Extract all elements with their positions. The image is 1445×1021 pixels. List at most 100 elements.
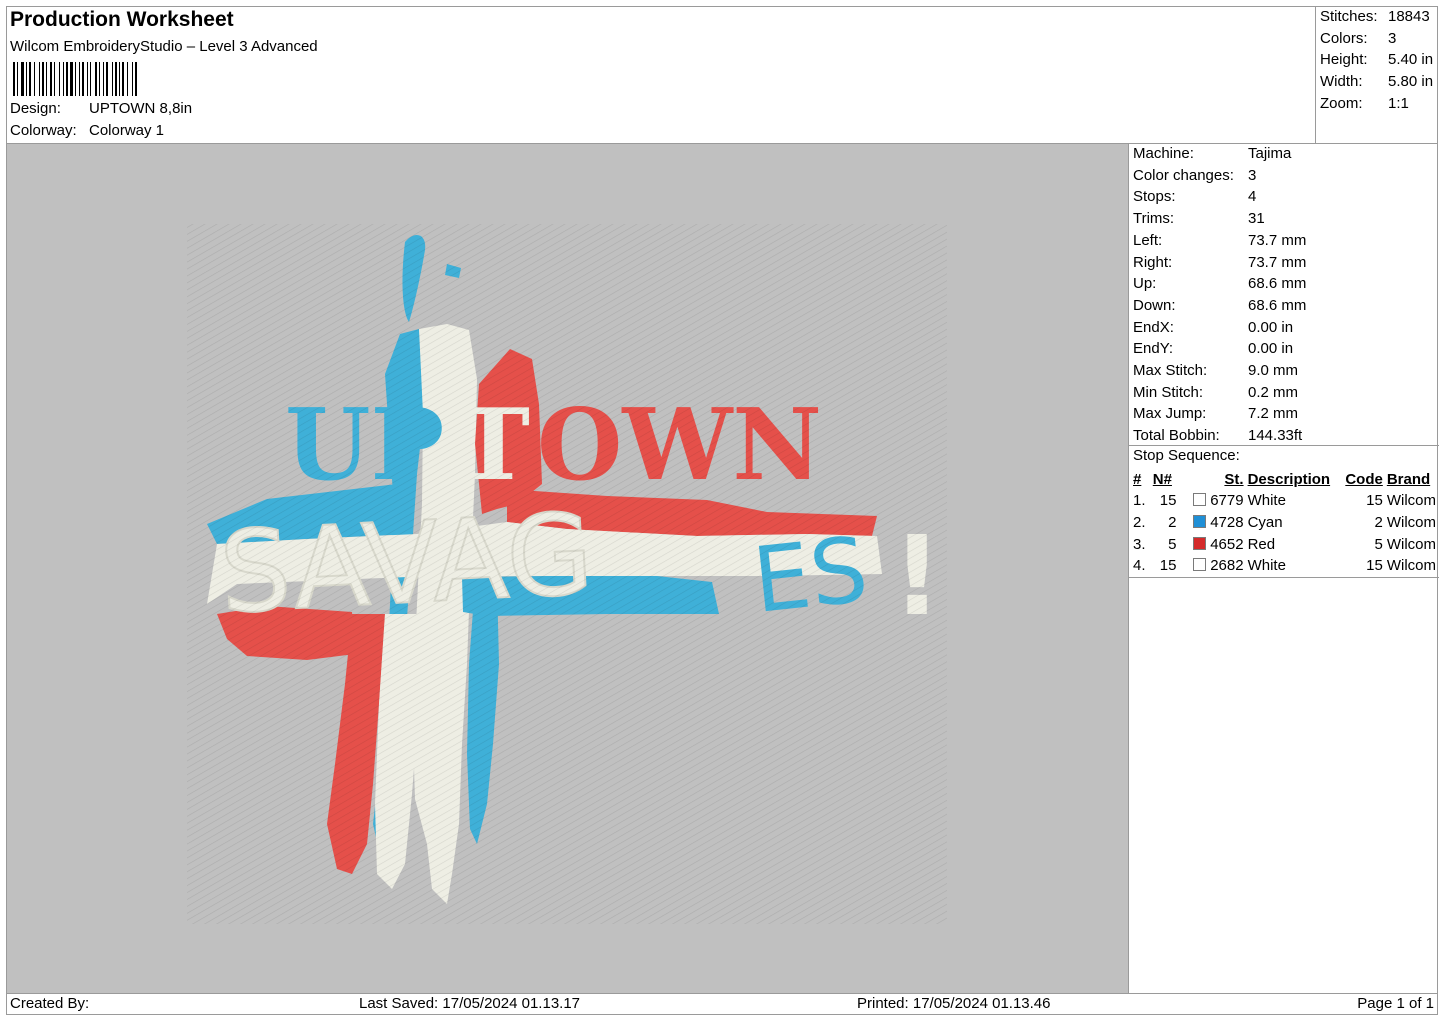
stat-colors: Colors: 3 [1320, 30, 1396, 47]
machine-value: 7.2 mm [1248, 405, 1299, 423]
machine-value: 3 [1248, 166, 1257, 184]
machine-label: Up: [1133, 275, 1157, 293]
stop-sequence-row: 2. 2 4728 Cyan 2 Wilcom [1131, 512, 1438, 534]
row-description: White [1247, 492, 1286, 510]
machine-row: Left: 73.7 mm [1133, 232, 1306, 249]
barcode-bar [29, 62, 31, 96]
printed-date: Printed: 17/05/2024 01.13.46 [857, 995, 1051, 1012]
barcode-bar [39, 62, 40, 96]
color-swatch [1193, 515, 1207, 529]
col-code: Code [1345, 470, 1383, 488]
machine-label: Max Jump: [1133, 405, 1207, 423]
machine-label: Down: [1133, 296, 1176, 314]
stat-label: Colors: [1320, 29, 1368, 47]
machine-value: 0.00 in [1248, 340, 1294, 358]
barcode-bar [21, 62, 24, 96]
machine-value: 68.6 mm [1248, 296, 1307, 314]
row-description: White [1247, 557, 1286, 575]
design-value: UPTOWN 8,8in [89, 100, 193, 117]
stop-sequence-row: 1. 15 6779 White 15 Wilcom [1131, 490, 1438, 512]
row-needle: 15 [1159, 492, 1177, 510]
row-code: 2 [1374, 514, 1383, 532]
machine-value: 73.7 mm [1248, 231, 1307, 249]
row-stitches: 4652 [1210, 535, 1244, 553]
row-description: Cyan [1247, 514, 1283, 532]
row-index: 2. [1133, 514, 1146, 532]
barcode-bar [90, 62, 91, 96]
colorway-row: Colorway: Colorway 1 [10, 122, 164, 139]
software-subtitle: Wilcom EmbroideryStudio – Level 3 Advanc… [10, 38, 318, 55]
color-swatch [1193, 493, 1207, 507]
barcode-bar [106, 62, 108, 96]
panel-divider [1129, 445, 1439, 446]
machine-row: Down: 68.6 mm [1133, 297, 1306, 314]
barcode [13, 62, 137, 96]
stop-sequence-header: # N# St. Description Code Brand [1131, 468, 1438, 490]
machine-row: Max Jump: 7.2 mm [1133, 405, 1298, 422]
stat-stitches: Stitches: 18843 [1320, 8, 1430, 25]
machine-label: Stops: [1133, 188, 1176, 206]
barcode-bar [99, 62, 100, 96]
row-brand: Wilcom [1386, 514, 1436, 532]
stitch-cell: 6779 [1178, 490, 1245, 512]
worksheet-header: Production Worksheet Wilcom EmbroiderySt… [6, 6, 1315, 143]
stop-sequence-row: 3. 5 4652 Red 5 Wilcom [1131, 533, 1438, 555]
barcode-bar [17, 62, 18, 96]
design-label: Design: [10, 100, 61, 117]
machine-value: Tajima [1248, 145, 1292, 162]
machine-label: EndX: [1133, 318, 1174, 336]
machine-value: 68.6 mm [1248, 275, 1307, 293]
machine-label: Min Stitch: [1133, 383, 1204, 401]
machine-row: EndY: 0.00 in [1133, 340, 1293, 357]
barcode-bar [75, 62, 76, 96]
col-needle: N# [1152, 470, 1172, 488]
row-brand: Wilcom [1386, 492, 1436, 510]
barcode-bar [46, 62, 47, 96]
stat-value: 3 [1388, 29, 1397, 47]
barcode-bar [26, 62, 27, 96]
machine-row: Up: 68.6 mm [1133, 275, 1306, 292]
stat-height: Height: 5.40 in [1320, 51, 1433, 68]
col-brand: Brand [1386, 470, 1431, 488]
embroidery-artwork: UP T OWN SAVAG ES ! [187, 224, 947, 924]
barcode-bar [87, 62, 88, 96]
machine-value: 0.2 mm [1248, 383, 1299, 401]
stitch-cell: 4652 [1178, 533, 1245, 555]
table-divider [1129, 577, 1439, 578]
barcode-bar [95, 62, 97, 96]
design-stats: Stitches: 18843 Colors: 3 Height: 5.40 in W… [1315, 6, 1439, 143]
barcode-bar [34, 62, 35, 96]
machine-value: 4 [1248, 188, 1257, 206]
machine-row: Machine: Tajima [1133, 145, 1291, 162]
row-brand: Wilcom [1386, 557, 1436, 575]
row-index: 4. [1133, 557, 1146, 575]
machine-label: Total Bobbin: [1133, 427, 1220, 445]
machine-row: Min Stitch: 0.2 mm [1133, 384, 1298, 401]
barcode-bar [54, 62, 55, 96]
stitch-cell: 4728 [1178, 512, 1245, 534]
stop-sequence-table: # N# St. Description Code Brand 1. 15 677… [1131, 468, 1438, 577]
machine-value: 73.7 mm [1248, 253, 1307, 271]
row-index: 3. [1133, 535, 1146, 553]
barcode-bar [70, 62, 73, 96]
stitch-texture [187, 224, 947, 924]
stat-value: 5.80 in [1388, 73, 1434, 91]
barcode-bar [59, 62, 60, 96]
machine-row: Max Stitch: 9.0 mm [1133, 362, 1298, 379]
last-saved: Last Saved: 17/05/2024 01.13.17 [359, 995, 581, 1012]
stat-label: Stitches: [1320, 8, 1378, 25]
barcode-bar [42, 62, 44, 96]
row-code: 15 [1366, 557, 1383, 575]
barcode-bar [122, 62, 124, 96]
barcode-bar [119, 62, 120, 96]
machine-value: 9.0 mm [1248, 362, 1299, 379]
stat-label: Height: [1320, 51, 1368, 69]
stat-label: Width: [1320, 73, 1363, 91]
row-stitches: 2682 [1210, 557, 1244, 575]
machine-label: Max Stitch: [1133, 362, 1208, 379]
machine-value: 144.33ft [1248, 427, 1303, 445]
barcode-bar [50, 62, 52, 96]
page-title: Production Worksheet [10, 8, 234, 31]
stat-value: 5.40 in [1388, 51, 1434, 69]
barcode-bar [82, 62, 84, 96]
